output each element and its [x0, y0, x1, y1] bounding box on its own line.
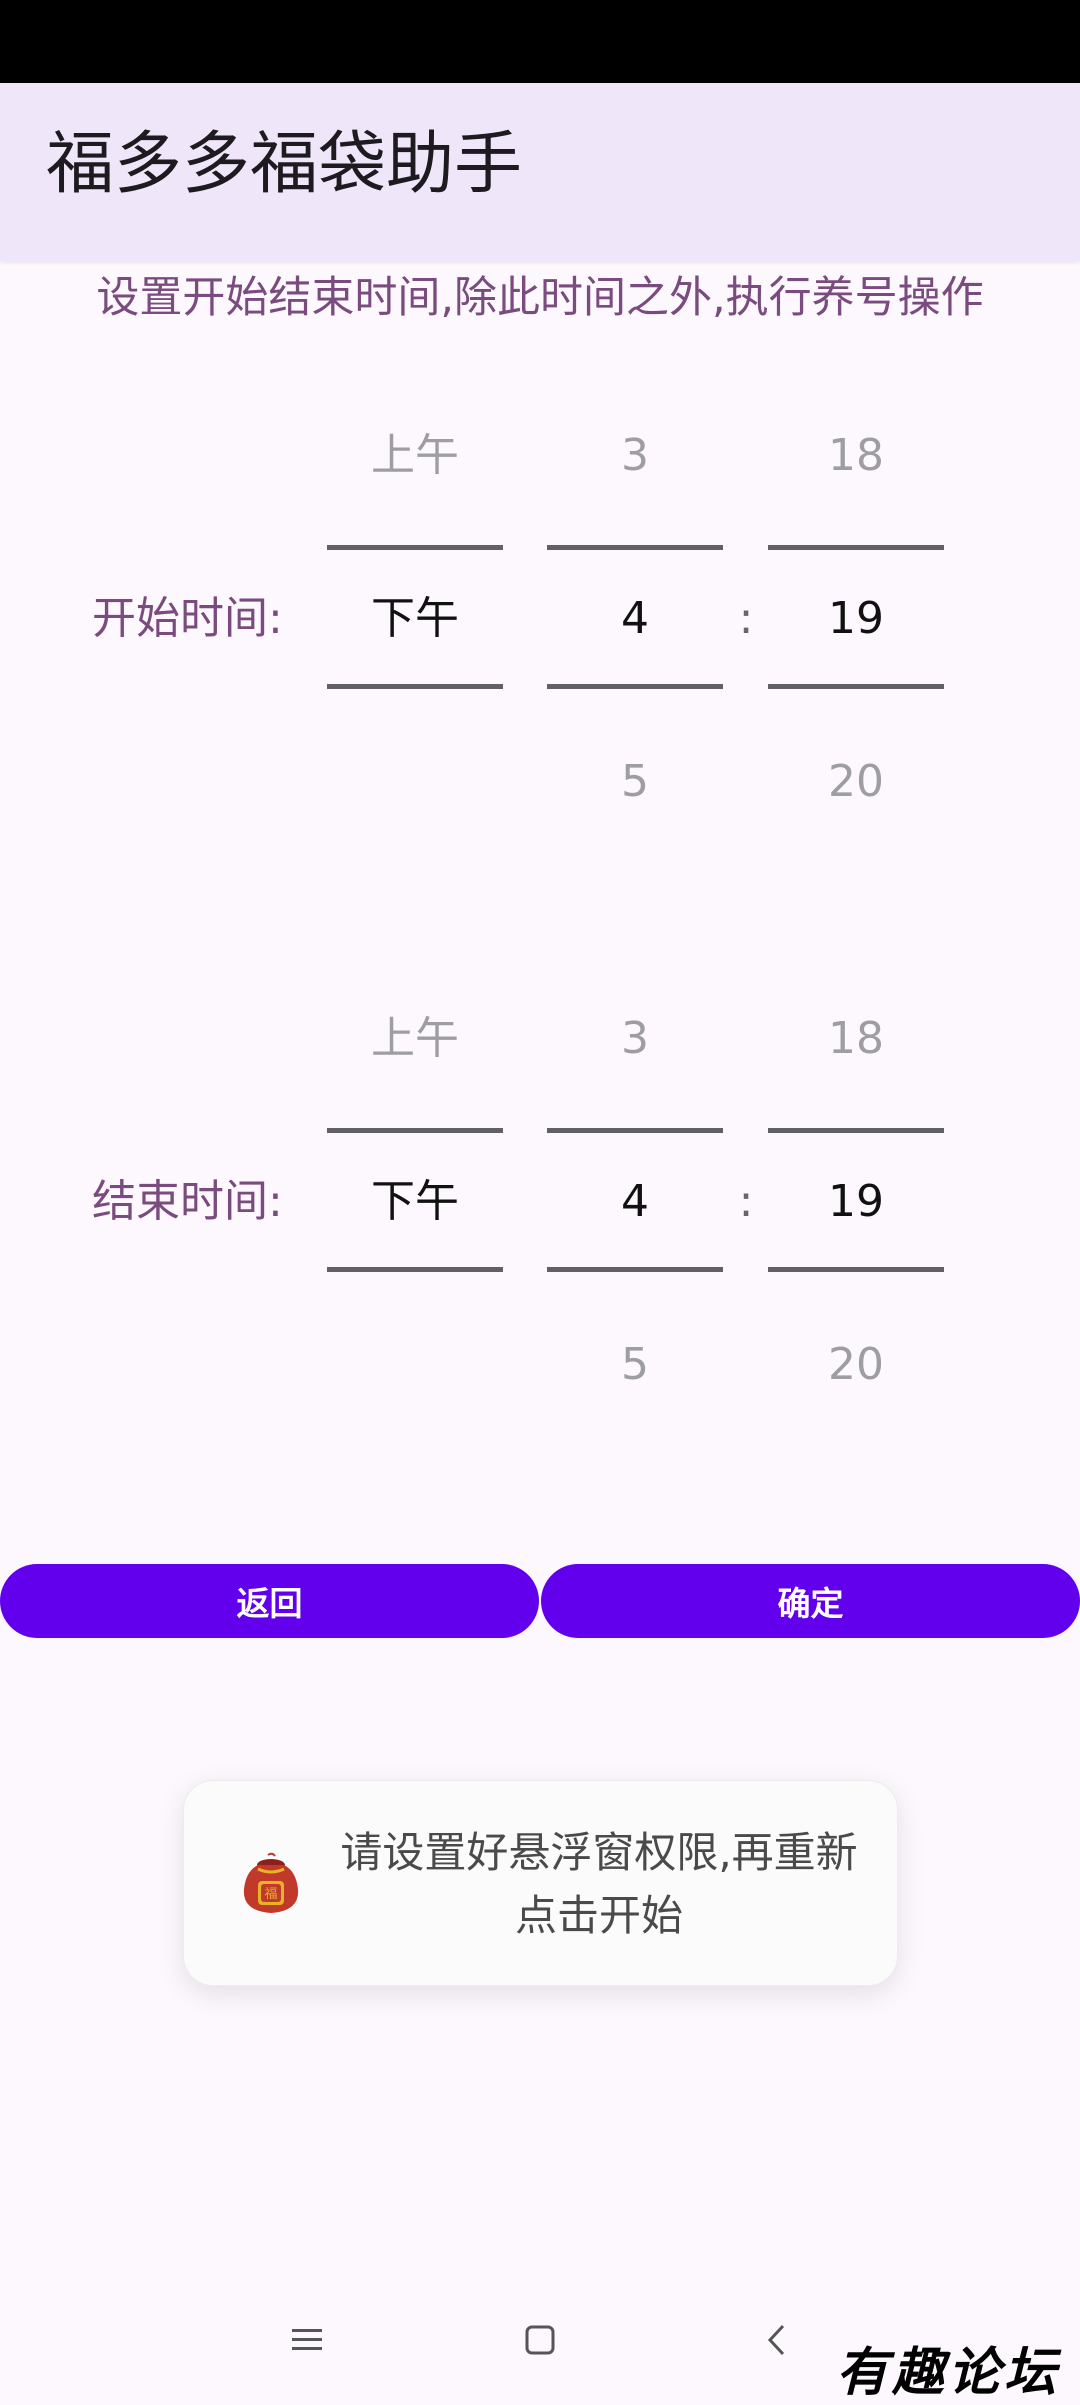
- end-ampm-selected[interactable]: 下午: [327, 1172, 503, 1232]
- end-ampm-prev[interactable]: 上午: [327, 1009, 503, 1069]
- start-hour-selected[interactable]: 4: [547, 589, 723, 649]
- app-bar: 福多多福袋助手: [0, 83, 1080, 261]
- end-ampm-wheel[interactable]: 上午 下午: [327, 1003, 503, 1383]
- end-minute-next[interactable]: 20: [768, 1335, 944, 1395]
- start-ampm-wheel[interactable]: 上午 下午: [327, 420, 503, 800]
- toast-message: 福 请设置好悬浮窗权限,再重新点击开始: [183, 1780, 898, 1986]
- end-minute-divider-bottom: [768, 1267, 944, 1272]
- svg-text:福: 福: [264, 1887, 277, 1902]
- status-bar: [0, 0, 1080, 83]
- watermark: 有趣论坛: [836, 2342, 1061, 2403]
- end-minute-divider-top: [768, 1128, 944, 1133]
- start-time-label: 开始时间:: [92, 593, 283, 644]
- start-ampm-prev[interactable]: 上午: [327, 426, 503, 486]
- end-hour-divider-top: [547, 1128, 723, 1133]
- end-ampm-divider-bottom: [327, 1267, 503, 1272]
- end-ampm-divider-top: [327, 1128, 503, 1133]
- start-hour-divider-top: [547, 545, 723, 550]
- start-hour-wheel[interactable]: 3 4 5: [547, 420, 723, 807]
- start-minute-selected[interactable]: 19: [768, 589, 944, 649]
- start-ampm-divider-top: [327, 545, 503, 550]
- instruction-text: 设置开始结束时间,除此时间之外,执行养号操作: [96, 273, 984, 323]
- back-icon[interactable]: [747, 2310, 807, 2370]
- start-minute-prev[interactable]: 18: [768, 426, 944, 486]
- start-time-separator: :: [738, 593, 754, 644]
- end-hour-wheel[interactable]: 3 4 5: [547, 1003, 723, 1390]
- end-hour-next[interactable]: 5: [547, 1335, 723, 1395]
- end-time-separator: :: [738, 1176, 754, 1227]
- start-minute-divider-top: [768, 545, 944, 550]
- toast-text: 请设置好悬浮窗权限,再重新点击开始: [340, 1828, 858, 1940]
- confirm-button[interactable]: 确定: [541, 1564, 1080, 1638]
- start-minute-wheel[interactable]: 18 19 20: [768, 420, 944, 807]
- end-minute-prev[interactable]: 18: [768, 1009, 944, 1069]
- start-minute-divider-bottom: [768, 684, 944, 689]
- end-minute-selected[interactable]: 19: [768, 1172, 944, 1232]
- home-icon[interactable]: [510, 2310, 570, 2370]
- start-ampm-divider-bottom: [327, 684, 503, 689]
- start-hour-divider-bottom: [547, 684, 723, 689]
- app-title: 福多多福袋助手: [46, 125, 523, 204]
- menu-icon[interactable]: [277, 2310, 337, 2370]
- start-minute-next[interactable]: 20: [768, 752, 944, 812]
- end-hour-prev[interactable]: 3: [547, 1009, 723, 1069]
- start-ampm-selected[interactable]: 下午: [327, 589, 503, 649]
- start-hour-next[interactable]: 5: [547, 752, 723, 812]
- end-time-label: 结束时间:: [92, 1176, 283, 1227]
- lucky-bag-icon: 福: [238, 1851, 304, 1917]
- end-hour-divider-bottom: [547, 1267, 723, 1272]
- back-button[interactable]: 返回: [0, 1564, 539, 1638]
- end-minute-wheel[interactable]: 18 19 20: [768, 1003, 944, 1390]
- end-hour-selected[interactable]: 4: [547, 1172, 723, 1232]
- start-hour-prev[interactable]: 3: [547, 426, 723, 486]
